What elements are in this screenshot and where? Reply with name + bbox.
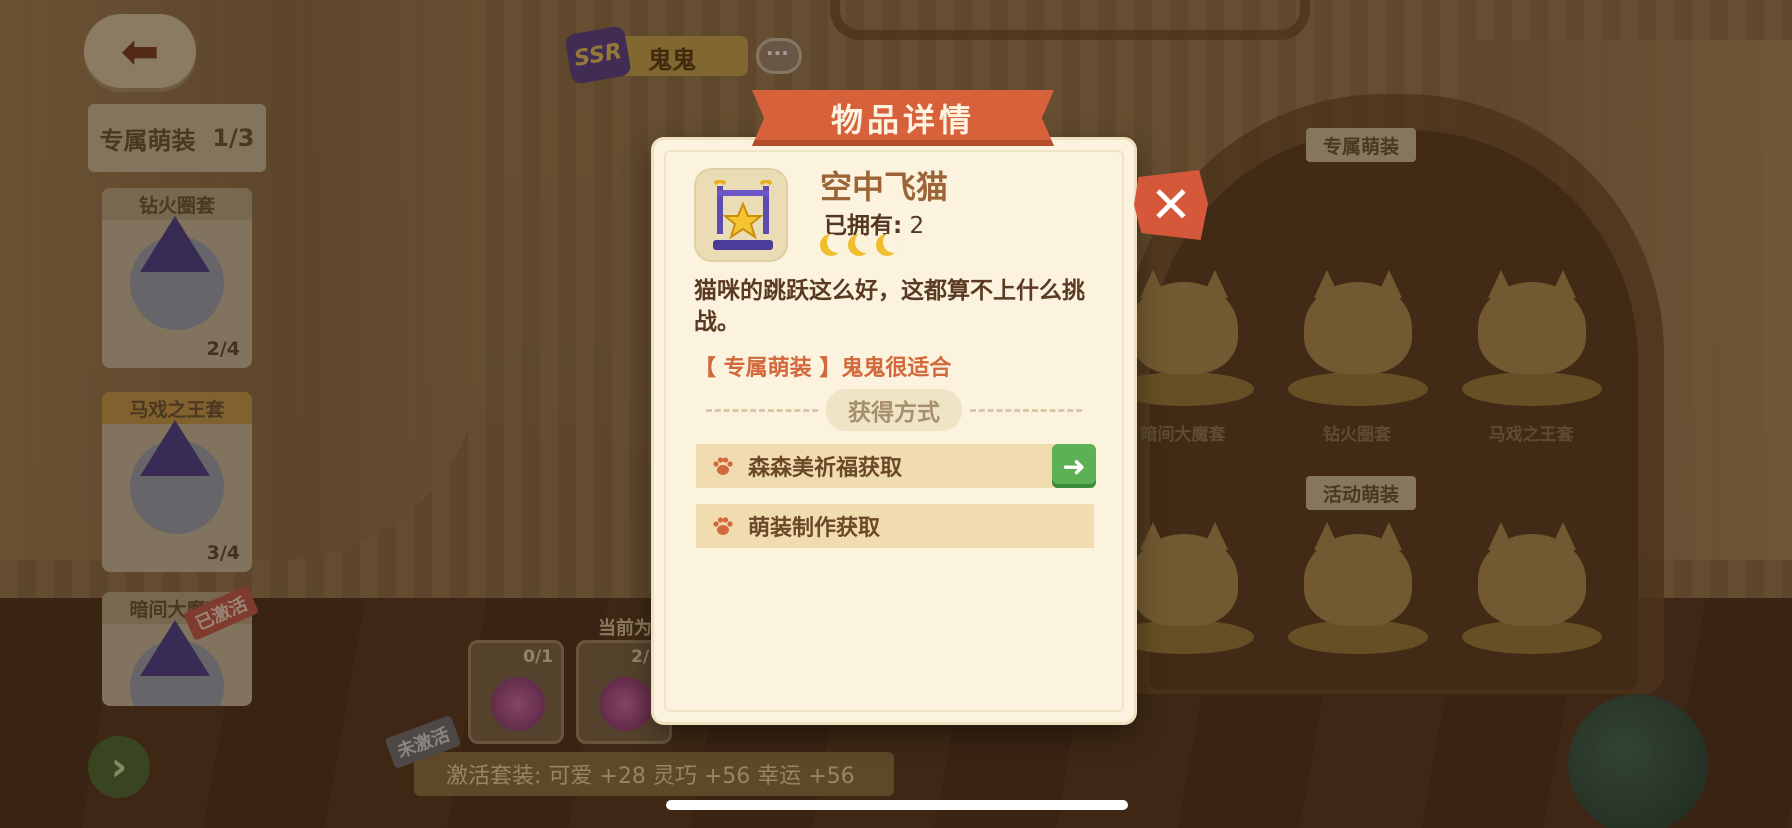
divider — [970, 408, 1082, 412]
obtain-source-label: 森森美祈福获取 — [748, 456, 903, 481]
obtain-source-row[interactable]: 萌装制作获取 — [696, 504, 1094, 548]
moon-icon — [848, 234, 870, 256]
item-name: 空中飞猫 — [820, 168, 949, 206]
arrow-right-icon: ➜ — [1062, 449, 1086, 483]
moon-icon — [820, 234, 842, 256]
close-icon: ✕ — [1150, 176, 1192, 234]
moon-icon — [876, 234, 898, 256]
divider — [706, 408, 818, 412]
item-description: 猫咪的跳跃这么好，这都算不上什么挑战。 — [694, 278, 1085, 335]
obtain-source-label: 萌装制作获取 — [748, 516, 881, 541]
home-indicator[interactable] — [666, 800, 1128, 810]
dialog-title-ribbon: 物品详情 — [752, 90, 1054, 146]
paw-icon — [713, 517, 733, 535]
go-arrow-button[interactable]: ➜ — [1052, 444, 1096, 488]
dialog-title: 物品详情 — [830, 101, 975, 139]
rarity-moons — [820, 234, 898, 256]
trophy-swing-icon — [713, 180, 773, 250]
obtain-method-header: 获得方式 — [706, 389, 1082, 431]
paw-icon — [713, 457, 733, 475]
owned-value: 2 — [909, 213, 925, 239]
suitable-note: 【 专属萌装 】鬼鬼很适合 — [694, 356, 952, 381]
close-button[interactable]: ✕ — [1134, 170, 1208, 240]
item-icon-frame — [694, 168, 788, 262]
obtain-source-row[interactable]: 森森美祈福获取 ➜ — [696, 444, 1096, 488]
obtain-method-title: 获得方式 — [826, 389, 962, 431]
